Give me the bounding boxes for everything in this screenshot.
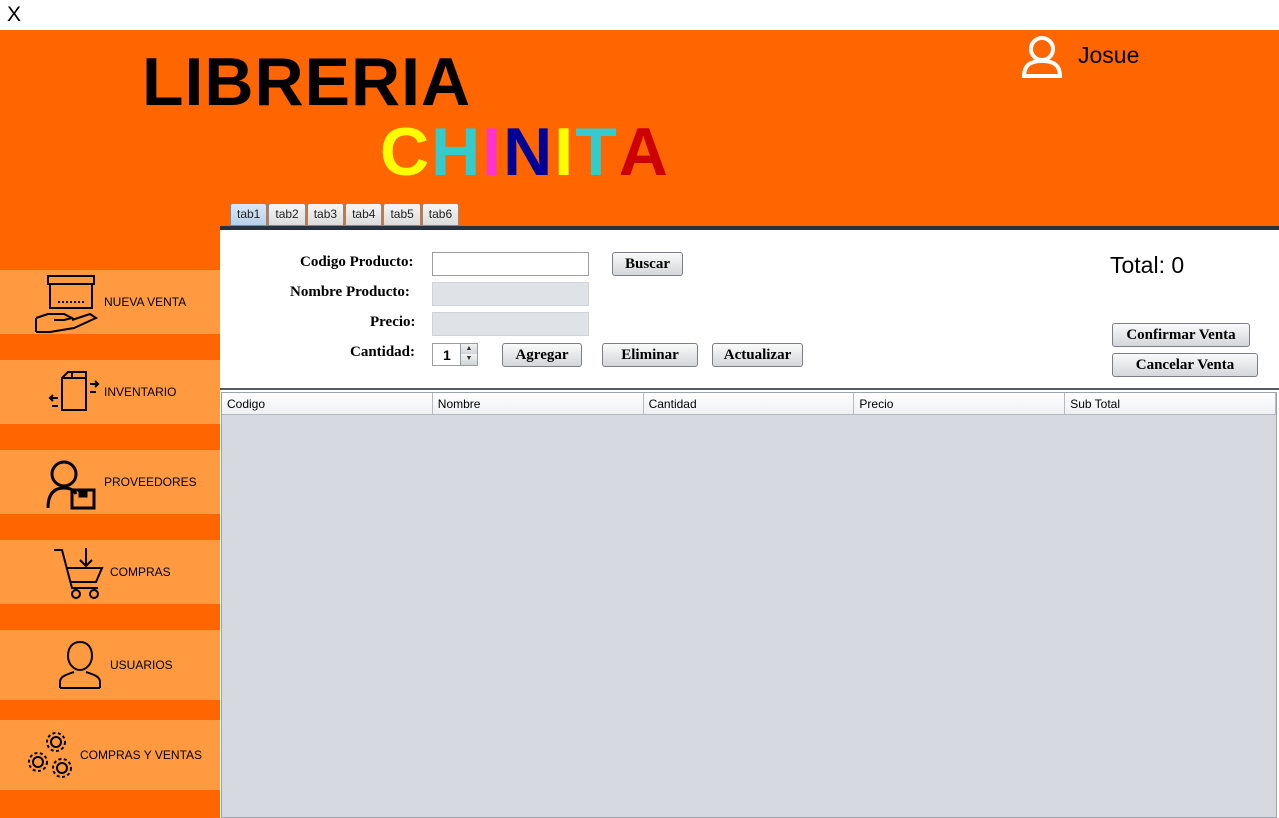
sidebar-item-label: INVENTARIO <box>104 385 177 399</box>
sidebar-item-label: COMPRAS Y VENTAS <box>80 748 203 762</box>
sidebar-item-label: COMPRAS <box>110 565 171 579</box>
user-icon <box>59 640 101 689</box>
table-header: Codigo Nombre Cantidad Precio Sub Total <box>222 393 1276 415</box>
nombre-label: Nombre Producto: <box>290 284 410 300</box>
sidebar-item-nueva-venta[interactable]: NUEVA VENTA <box>0 270 220 334</box>
tab-2[interactable]: tab2 <box>268 203 306 225</box>
tab-6[interactable]: tab6 <box>421 203 460 225</box>
close-button[interactable]: X <box>7 3 21 27</box>
sidebar-item-compras[interactable]: COMPRAS <box>0 540 220 604</box>
app-title-line1: LIBRERIA <box>142 44 472 120</box>
buscar-button[interactable]: Buscar <box>612 252 683 276</box>
sidebar-item-label: PROVEEDORES <box>104 475 197 489</box>
tab-1[interactable]: tab1 <box>230 203 268 225</box>
agregar-button[interactable]: Agregar <box>502 343 582 367</box>
tab-5[interactable]: tab5 <box>383 203 421 225</box>
title-letter: I <box>554 114 576 190</box>
sales-panel: Codigo Producto: Buscar Nombre Producto:… <box>220 226 1279 818</box>
sidebar-item-proveedores[interactable]: PROVEEDORES <box>0 450 220 514</box>
cart-icon <box>54 548 104 599</box>
eliminar-button[interactable]: Eliminar <box>602 343 698 367</box>
box-arrows-icon <box>48 371 100 411</box>
sidebar-item-label: NUEVA VENTA <box>104 295 187 309</box>
tab-bar: tab1 tab2 tab3 tab4 tab5 tab6 <box>230 203 460 226</box>
spin-down-icon[interactable]: ▼ <box>460 354 477 365</box>
codigo-label: Codigo Producto: <box>300 254 414 270</box>
column-header-codigo[interactable]: Codigo <box>222 393 433 414</box>
cantidad-spinner[interactable]: 1 ▲ ▼ <box>432 343 478 366</box>
supplier-icon <box>46 460 96 510</box>
cantidad-value: 1 <box>443 347 451 363</box>
column-header-cantidad[interactable]: Cantidad <box>644 393 855 414</box>
sidebar-item-usuarios[interactable]: USUARIOS <box>0 630 220 700</box>
sidebar-item-label: USUARIOS <box>110 658 173 672</box>
tab-3[interactable]: tab3 <box>306 203 345 225</box>
title-letter: C <box>380 114 432 190</box>
app-title-line2: CHINITA <box>380 118 670 186</box>
box-hand-icon <box>35 275 99 333</box>
app-header: LIBRERIA CHINITA Josue <box>0 30 1279 226</box>
gears-icon <box>28 732 72 778</box>
title-letter: I <box>482 114 504 190</box>
sales-table[interactable]: Codigo Nombre Cantidad Precio Sub Total <box>221 392 1277 818</box>
column-header-nombre[interactable]: Nombre <box>433 393 644 414</box>
codigo-producto-input[interactable] <box>432 252 589 276</box>
sidebar-item-compras-y-ventas[interactable]: COMPRAS Y VENTAS <box>0 720 220 790</box>
title-letter: N <box>503 114 555 190</box>
sidebar-item-inventario[interactable]: INVENTARIO <box>0 360 220 424</box>
total-label: Total: 0 <box>1110 252 1185 278</box>
user-name: Josue <box>1078 42 1140 68</box>
title-letter: T <box>575 114 619 190</box>
cantidad-label: Cantidad: <box>350 344 416 360</box>
column-header-subtotal[interactable]: Sub Total <box>1065 393 1276 414</box>
precio-field <box>432 312 589 336</box>
tab-4[interactable]: tab4 <box>345 203 383 225</box>
title-letter: H <box>431 114 483 190</box>
precio-label: Precio: <box>370 314 416 330</box>
actualizar-button[interactable]: Actualizar <box>712 343 803 367</box>
column-header-precio[interactable]: Precio <box>854 393 1066 414</box>
nombre-producto-field <box>432 282 589 306</box>
title-letter: A <box>618 114 670 190</box>
user-icon <box>1021 36 1063 78</box>
confirmar-venta-button[interactable]: Confirmar Venta <box>1112 323 1250 347</box>
sidebar: NUEVA VENTA INVENTARIO PROVEEDORES COMPR… <box>0 226 220 818</box>
sale-form: Codigo Producto: Buscar Nombre Producto:… <box>220 230 1279 390</box>
cancelar-venta-button[interactable]: Cancelar Venta <box>1112 353 1258 377</box>
